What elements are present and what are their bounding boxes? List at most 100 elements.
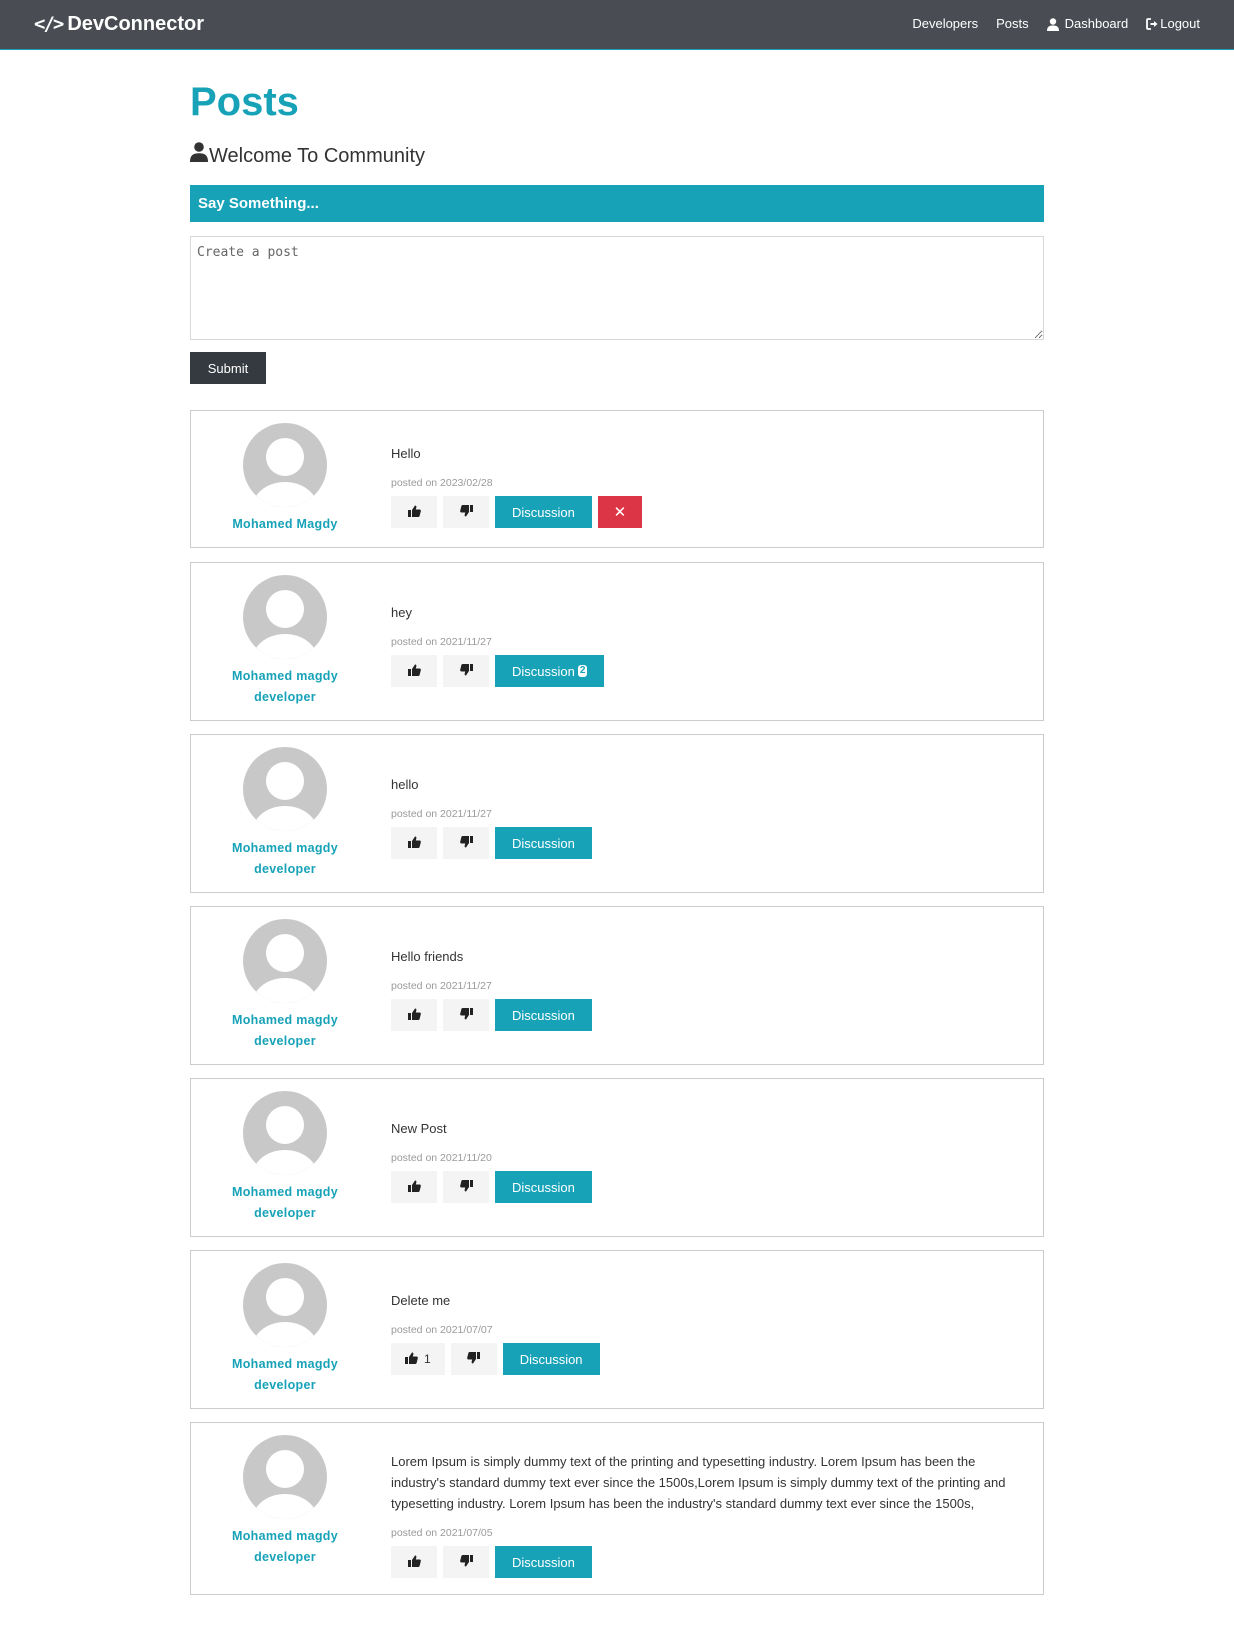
post-body: hey posted on 2021/11/27 Discussion 2 [391,602,1017,687]
brand-name: DevConnector [67,13,205,35]
post-card: Mohamed magdy developer Lorem Ipsum is s… [190,1422,1044,1595]
post-textarea[interactable] [190,236,1044,340]
author-name: Mohamed magdy [232,669,338,683]
nav-developers-label: Developers [912,16,979,31]
post-date: posted on 2021/11/27 [391,636,492,648]
author-name: Mohamed Magdy [232,517,338,531]
discussion-label: Discussion [512,835,575,851]
dislike-button[interactable] [443,827,489,859]
page-title: Posts [190,80,299,124]
nav-links: Developers Posts Dashboard Logout [912,14,1200,34]
thumbs-down-icon [459,1554,473,1570]
brand-link[interactable]: </> DevConnector [34,11,204,37]
post-author[interactable]: Mohamed magdy developer [191,747,379,880]
like-count: 1 [424,1352,431,1366]
nav-dashboard-label: Dashboard [1064,16,1129,31]
nav-dashboard-link[interactable]: Dashboard [1046,14,1129,34]
lead-text-row: Welcome To Community [190,142,425,169]
like-button[interactable] [391,1546,437,1578]
post-card: Mohamed Magdy Hello posted on 2023/02/28… [190,410,1044,548]
post-date: posted on 2021/11/27 [391,808,492,820]
post-body: Hello posted on 2023/02/28 Discussion ✕ [391,443,1017,528]
post-date: posted on 2021/07/07 [391,1324,493,1336]
discussion-button[interactable]: Discussion [495,1546,592,1578]
discussion-label: Discussion [512,504,575,520]
discussion-button[interactable]: Discussion [495,827,592,859]
nav-logout-label: Logout [1160,16,1200,31]
post-text: Hello friends [391,949,464,964]
dislike-button[interactable] [443,1171,489,1203]
nav-logout-link[interactable]: Logout [1146,14,1200,34]
discussion-button[interactable]: Discussion [495,496,592,528]
author-role: developer [254,862,316,876]
like-button[interactable]: 1 [391,1343,445,1375]
post-actions: Discussion [391,827,1017,859]
post-body: New Post posted on 2021/11/20 Discussion [391,1118,1017,1203]
navbar: </> DevConnector Developers Posts Dashbo… [0,0,1234,50]
avatar [243,423,327,507]
avatar [243,1091,327,1175]
like-button[interactable] [391,655,437,687]
post-author[interactable]: Mohamed magdy developer [191,1435,379,1568]
post-author[interactable]: Mohamed magdy developer [191,1091,379,1224]
author-role: developer [254,1034,316,1048]
dislike-button[interactable] [443,999,489,1031]
sign-out-icon [1146,18,1159,30]
comment-count-badge: 2 [577,665,588,677]
thumbs-down-icon [467,1351,481,1367]
author-role: developer [254,1378,316,1392]
like-button[interactable] [391,1171,437,1203]
post-actions: Discussion [391,1171,1017,1203]
thumbs-up-icon [407,505,421,520]
author-role: developer [254,690,316,704]
post-actions: 1 Discussion [391,1343,1017,1375]
post-actions: Discussion [391,1546,1017,1578]
nav-posts-label: Posts [996,16,1029,31]
discussion-button[interactable]: Discussion [495,999,592,1031]
discussion-button[interactable]: Discussion 2 [495,655,605,687]
thumbs-up-icon [407,664,421,679]
post-author[interactable]: Mohamed magdy developer [191,919,379,1052]
post-actions: Discussion [391,999,1017,1031]
submit-button[interactable]: Submit [190,352,266,384]
code-icon: </> [34,13,64,35]
thumbs-up-icon [407,1555,421,1570]
post-author[interactable]: Mohamed magdy developer [191,575,379,708]
avatar [243,919,327,1003]
post-text: New Post [391,1121,447,1136]
like-button[interactable] [391,496,437,528]
post-form-header-text: Say Something... [198,195,319,212]
dislike-button[interactable] [443,1546,489,1578]
post-date: posted on 2023/02/28 [391,477,493,489]
post-card: Mohamed magdy developer Hello friends po… [190,906,1044,1065]
post-text: Delete me [391,1293,451,1308]
avatar [243,747,327,831]
post-body: hello posted on 2021/11/27 Discussion [391,774,1017,859]
post-author[interactable]: Mohamed Magdy [191,423,379,535]
dislike-button[interactable] [443,655,489,687]
author-name: Mohamed magdy [232,1357,338,1371]
nav-posts-link[interactable]: Posts [996,14,1029,34]
post-text: Hello [391,446,421,461]
like-button[interactable] [391,999,437,1031]
discussion-label: Discussion [512,1554,575,1570]
nav-developers-link[interactable]: Developers [912,14,978,34]
author-role: developer [254,1550,316,1564]
times-icon: ✕ [613,503,627,521]
discussion-button[interactable]: Discussion [495,1171,592,1203]
discussion-button[interactable]: Discussion [502,1343,600,1375]
avatar [243,1263,327,1347]
author-name: Mohamed magdy [232,841,338,855]
post-author[interactable]: Mohamed magdy developer [191,1263,379,1396]
thumbs-down-icon [459,1179,473,1195]
post-card: Mohamed magdy developer New Post posted … [190,1078,1044,1237]
delete-post-button[interactable]: ✕ [597,496,642,528]
like-button[interactable] [391,827,437,859]
thumbs-down-icon [459,1007,473,1023]
thumbs-down-icon [459,504,473,520]
author-name: Mohamed magdy [232,1529,338,1543]
avatar [243,1435,327,1519]
dislike-button[interactable] [443,496,489,528]
post-body: Lorem Ipsum is simply dummy text of the … [391,1451,1017,1578]
dislike-button[interactable] [450,1343,497,1375]
